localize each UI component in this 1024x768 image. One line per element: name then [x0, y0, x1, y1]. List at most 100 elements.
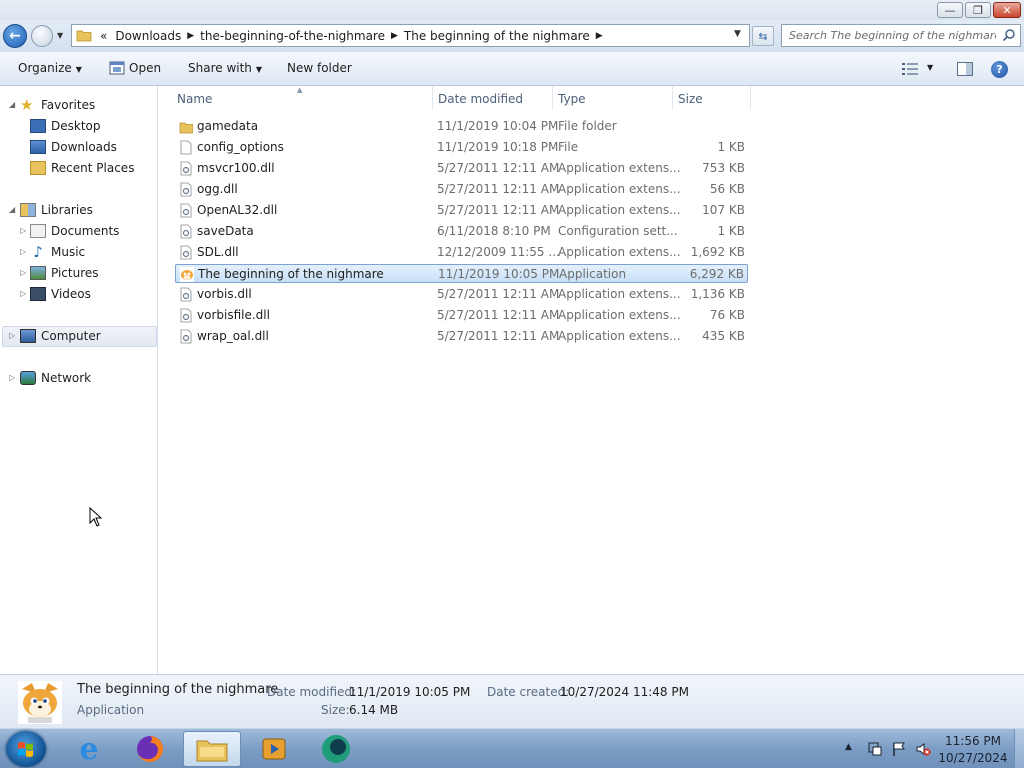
expand-icon[interactable]: ▷ — [20, 268, 26, 277]
breadcrumb-downloads[interactable]: Downloads — [111, 29, 185, 43]
column-name[interactable]: Name — [177, 92, 212, 106]
close-button[interactable]: ✕ — [993, 2, 1021, 18]
nav-downloads[interactable]: Downloads — [30, 137, 117, 157]
file-row[interactable]: vorbisfile.dll 5/27/2011 12:11 AM Applicat… — [175, 306, 748, 325]
action-center-icon[interactable] — [867, 741, 883, 757]
file-row[interactable]: OpenAL32.dll 5/27/2011 12:11 AM Applicatio… — [175, 201, 748, 220]
file-name: wrap_oal.dll — [197, 329, 269, 343]
nav-libraries[interactable]: Libraries — [20, 200, 93, 220]
details-size-label: Size: — [321, 703, 350, 717]
search-box[interactable] — [781, 24, 1021, 47]
file-row[interactable]: vorbis.dll 5/27/2011 12:11 AM Application … — [175, 285, 748, 304]
file-row-selected[interactable]: The beginning of the nighmare 11/1/2019 1… — [175, 264, 748, 283]
flag-icon[interactable] — [891, 741, 907, 757]
dll-icon — [180, 203, 192, 218]
breadcrumb-current-folder[interactable]: The beginning of the nighmare — [400, 29, 594, 43]
file-date-modified: 5/27/2011 12:11 AM — [437, 161, 560, 175]
column-date-modified[interactable]: Date modified — [438, 92, 523, 106]
nav-recent-places[interactable]: Recent Places — [30, 158, 134, 178]
address-bar[interactable]: « Downloads ▶ the-beginning-of-the-nighm… — [71, 24, 750, 47]
caret-down-icon: ▼ — [75, 65, 82, 74]
search-input[interactable] — [782, 25, 996, 46]
preview-pane-icon[interactable] — [957, 62, 973, 76]
file-type: File — [558, 140, 579, 154]
show-hidden-icons[interactable]: ▲ — [845, 742, 861, 758]
taskbar-media-player[interactable] — [245, 731, 303, 767]
address-history-dropdown[interactable]: ▼ — [734, 29, 741, 39]
new-folder-button[interactable]: New folder — [287, 61, 352, 75]
navigation-pane: ◢ ★ Favorites Desktop Downloads Recent P… — [0, 86, 158, 674]
file-date-modified: 6/11/2018 8:10 PM — [437, 224, 551, 238]
nav-music[interactable]: ♪ Music — [30, 242, 85, 262]
share-with-menu[interactable]: Share with ▼ — [188, 61, 262, 75]
nav-desktop[interactable]: Desktop — [30, 116, 101, 136]
mouse-cursor-icon — [89, 507, 103, 527]
file-type: Application extens... — [558, 245, 681, 259]
details-file-name: The beginning of the nighmare — [77, 682, 279, 697]
maximize-button[interactable]: ❐ — [965, 2, 991, 18]
file-row[interactable]: SDL.dll 12/12/2009 11:55 ... Application e… — [175, 243, 748, 262]
expand-icon[interactable]: ▷ — [20, 289, 26, 298]
help-icon[interactable]: ? — [991, 61, 1008, 78]
dll-icon — [180, 245, 192, 260]
expand-icon[interactable]: ▷ — [20, 247, 26, 256]
nav-network[interactable]: Network — [20, 368, 91, 388]
chevron-right-icon[interactable]: ▶ — [185, 31, 196, 41]
expand-icon[interactable]: ▷ — [20, 226, 26, 235]
column-divider[interactable] — [552, 86, 553, 110]
collapse-icon[interactable]: ◢ — [9, 100, 15, 109]
clock-date[interactable]: 10/27/2024 — [938, 751, 1008, 765]
change-view-icon[interactable] — [902, 63, 918, 75]
speaker-muted-icon[interactable] — [915, 741, 931, 757]
taskbar-internet-explorer[interactable]: e — [60, 731, 118, 767]
taskbar-firefox[interactable] — [121, 731, 179, 767]
taskbar-windows-explorer[interactable] — [183, 731, 241, 767]
file-row[interactable]: msvcr100.dll 5/27/2011 12:11 AM Applicatio… — [175, 159, 748, 178]
file-row[interactable]: wrap_oal.dll 5/27/2011 12:11 AM Applicatio… — [175, 327, 748, 346]
file-size: 435 KB — [702, 329, 745, 343]
column-divider[interactable] — [750, 86, 751, 110]
taskbar-app[interactable] — [307, 731, 365, 767]
recent-pages-dropdown[interactable]: ▼ — [57, 31, 67, 41]
file-row[interactable]: saveData 6/11/2018 8:10 PM Configuration s… — [175, 222, 748, 241]
view-options-dropdown[interactable]: ▼ — [927, 63, 933, 72]
nav-videos[interactable]: Videos — [30, 284, 91, 304]
collapse-icon[interactable]: ◢ — [9, 205, 15, 214]
column-divider[interactable] — [672, 86, 673, 110]
forward-button[interactable] — [31, 25, 53, 47]
organize-menu[interactable]: Organize ▼ — [18, 61, 82, 75]
nav-pictures[interactable]: Pictures — [30, 263, 99, 283]
file-size: 6,292 KB — [689, 267, 744, 281]
nav-downloads-label: Downloads — [51, 140, 117, 154]
column-size[interactable]: Size — [678, 92, 703, 106]
chevron-right-icon[interactable]: ▶ — [594, 31, 605, 41]
refresh-button[interactable]: ⇆ — [752, 26, 774, 46]
app-thumbnail-icon — [18, 681, 62, 724]
column-divider[interactable] — [432, 86, 433, 110]
dll-icon — [180, 182, 192, 197]
app-circle-icon — [322, 735, 350, 763]
minimize-button[interactable]: — — [937, 2, 963, 18]
column-type[interactable]: Type — [558, 92, 586, 106]
back-button[interactable]: ← — [3, 24, 27, 48]
start-button[interactable] — [6, 731, 46, 767]
expand-icon[interactable]: ▷ — [9, 331, 15, 340]
file-row[interactable]: config_options 11/1/2019 10:18 PM File 1 KB — [175, 138, 748, 157]
file-row[interactable]: ogg.dll 5/27/2011 12:11 AM Application ext… — [175, 180, 748, 199]
chevron-right-icon[interactable]: ▶ — [389, 31, 400, 41]
nav-documents[interactable]: Documents — [30, 221, 119, 241]
file-date-modified: 11/1/2019 10:04 PM — [437, 119, 559, 133]
clock-time[interactable]: 11:56 PM — [938, 734, 1008, 748]
file-name: vorbis.dll — [197, 287, 252, 301]
nav-computer[interactable]: Computer — [20, 326, 101, 346]
search-icon[interactable] — [1002, 28, 1016, 42]
file-row[interactable]: gamedata 11/1/2019 10:04 PM File folder — [175, 117, 748, 136]
open-button[interactable]: Open — [129, 61, 161, 75]
expand-icon[interactable]: ▷ — [9, 373, 15, 382]
breadcrumb-overflow[interactable]: « — [96, 29, 111, 43]
nav-favorites[interactable]: ★ Favorites — [20, 95, 95, 115]
open-icon[interactable] — [109, 61, 125, 75]
command-bar: Organize ▼ Open Share with ▼ New folder ▼ … — [0, 52, 1024, 86]
breadcrumb-game-folder[interactable]: the-beginning-of-the-nighmare — [196, 29, 389, 43]
show-desktop-button[interactable] — [1014, 729, 1024, 768]
